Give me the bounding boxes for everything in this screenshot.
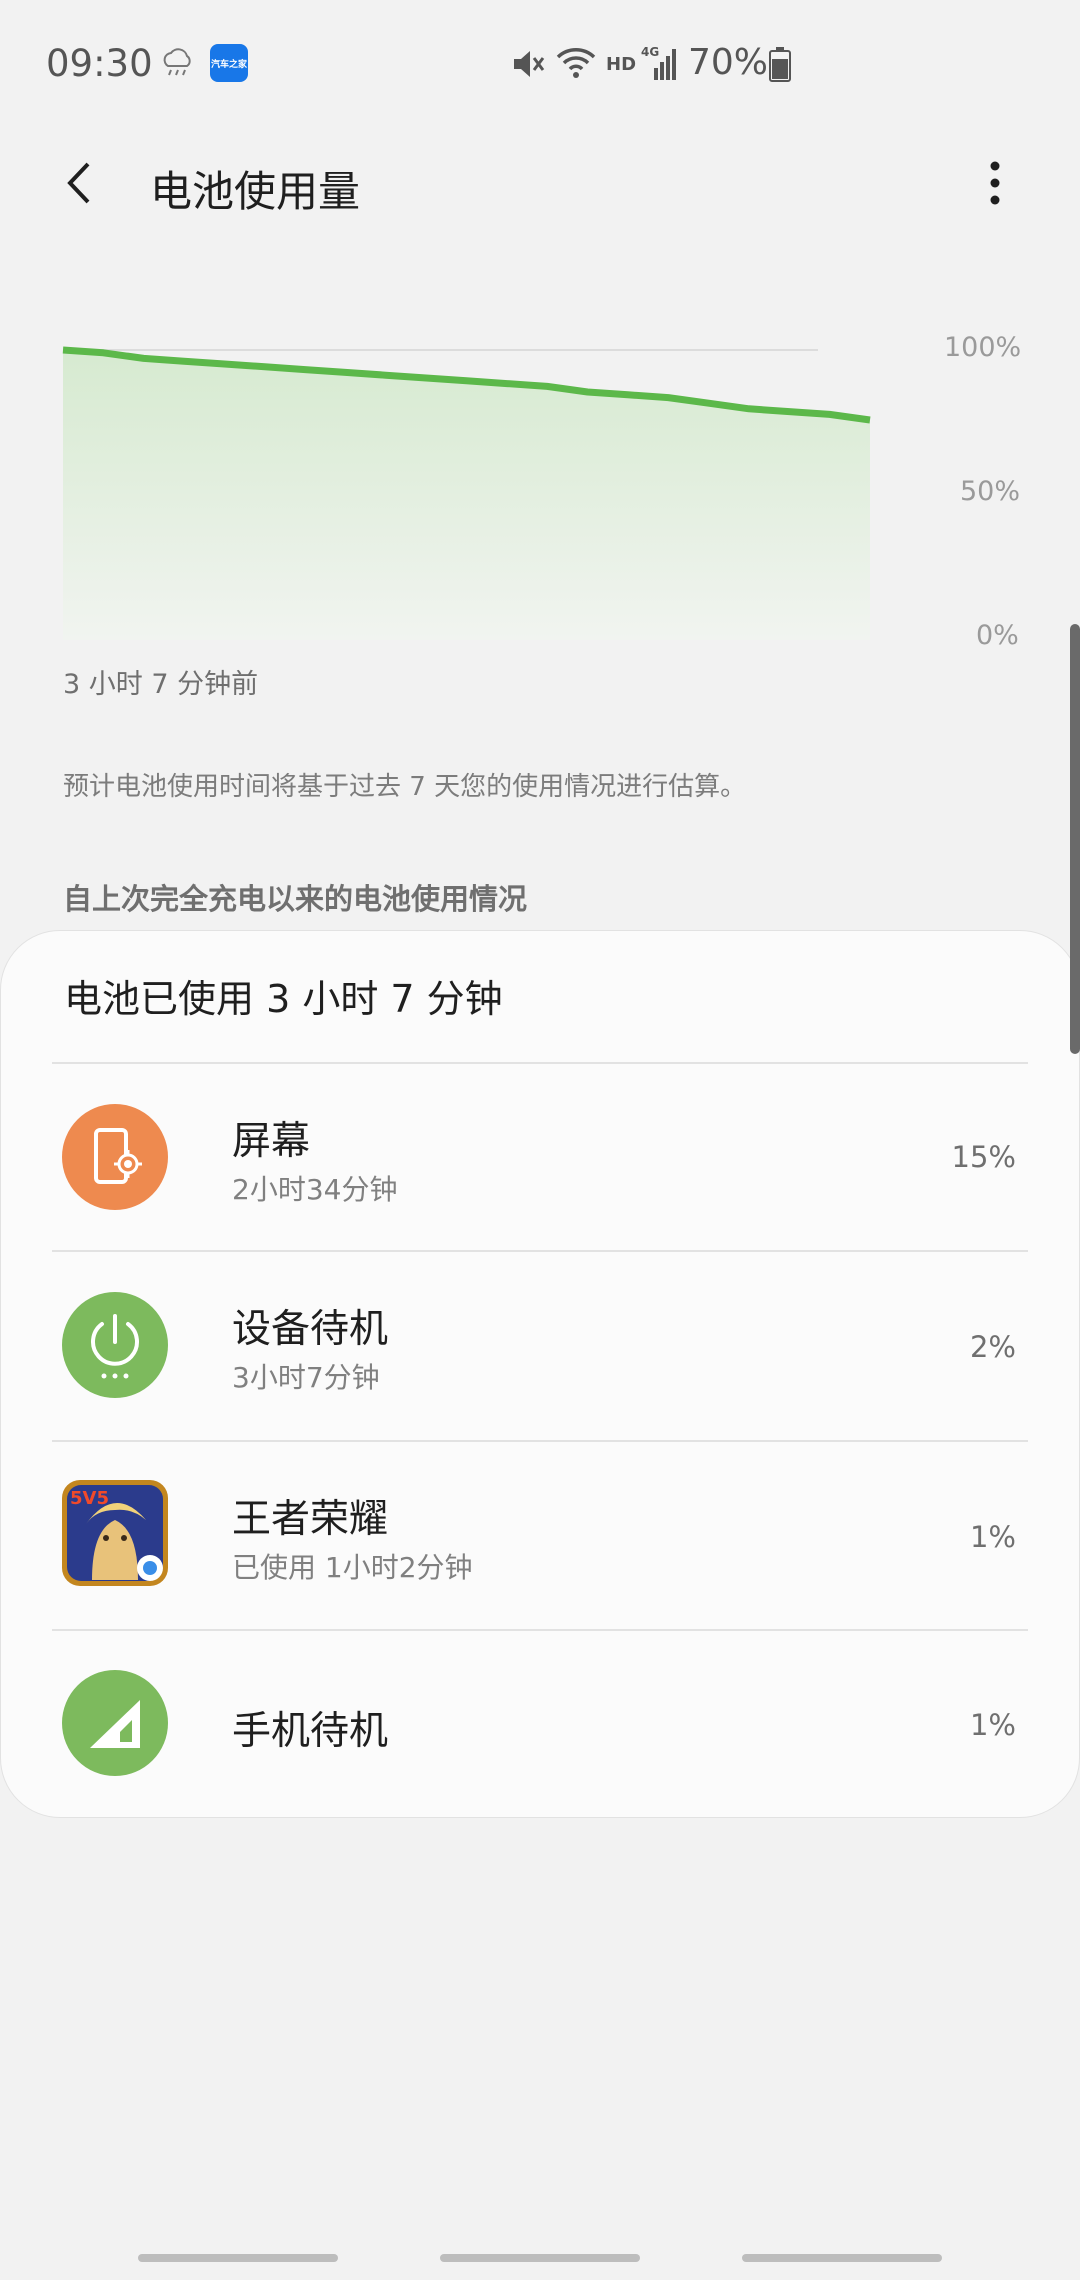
wifi-icon [556,48,596,78]
y-tick-0: 0% [976,620,1019,651]
battery-chart-svg [62,346,871,640]
usage-percent: 2% [969,1330,1016,1364]
chart-time-caption: 3 小时 7 分钟前 [63,669,259,700]
usage-percent: 15% [951,1140,1016,1174]
usage-duration: 已使用 1小时2分钟 [232,1551,473,1584]
battery-chart: 100% 50% 0% [0,320,1080,700]
status-bar: 09:30 汽车之家 HD 4G 70% [0,0,1080,130]
y-tick-50: 50% [960,476,1021,507]
page-title: 电池使用量 [150,167,361,216]
usage-duration: 3小时7分钟 [232,1361,380,1394]
mute-icon [514,51,545,77]
nav-back-button[interactable] [742,2254,942,2262]
usage-name: 屏幕 [232,1119,311,1164]
section-title: 自上次完全充电以来的电池使用情况 [63,882,528,916]
more-vertical-icon[interactable] [975,158,1015,208]
hd-label: HD [606,54,637,75]
game-app-icon: 5V5 [62,1480,168,1586]
usage-name: 手机待机 [232,1709,389,1754]
screen-brightness-icon [62,1104,168,1210]
signal-network-label: 4G [641,45,659,59]
chart-area-fill [63,350,870,640]
app-notification-icon: 汽车之家 [210,44,248,82]
app-badge-text: 汽车之家 [210,59,247,70]
usage-percent: 1% [969,1520,1016,1554]
usage-duration: 2小时34分钟 [232,1173,398,1206]
nav-recent-button[interactable] [138,2254,338,2262]
status-time: 09:30 [46,42,153,85]
y-tick-100: 100% [944,332,1022,363]
usage-name: 设备待机 [232,1307,389,1352]
estimate-note: 预计电池使用时间将基于过去 7 天您的使用情况进行估算。 [63,772,747,802]
svg-text:5V5: 5V5 [70,1488,109,1509]
battery-icon [769,47,791,82]
battery-percent: 70% [688,42,769,83]
usage-percent: 1% [969,1708,1016,1742]
power-icon [62,1292,168,1398]
signal-icon: 4G [641,45,676,80]
navigation-bar [0,2220,1080,2280]
scrollbar[interactable] [1070,624,1080,1054]
signal-triangle-icon [62,1670,168,1776]
usage-summary: 电池已使用 3 小时 7 分钟 [64,977,503,1021]
back-chevron-icon[interactable] [60,158,100,208]
cloud-rain-icon [163,48,191,76]
usage-name: 王者荣耀 [232,1497,389,1542]
nav-home-button[interactable] [440,2254,640,2262]
